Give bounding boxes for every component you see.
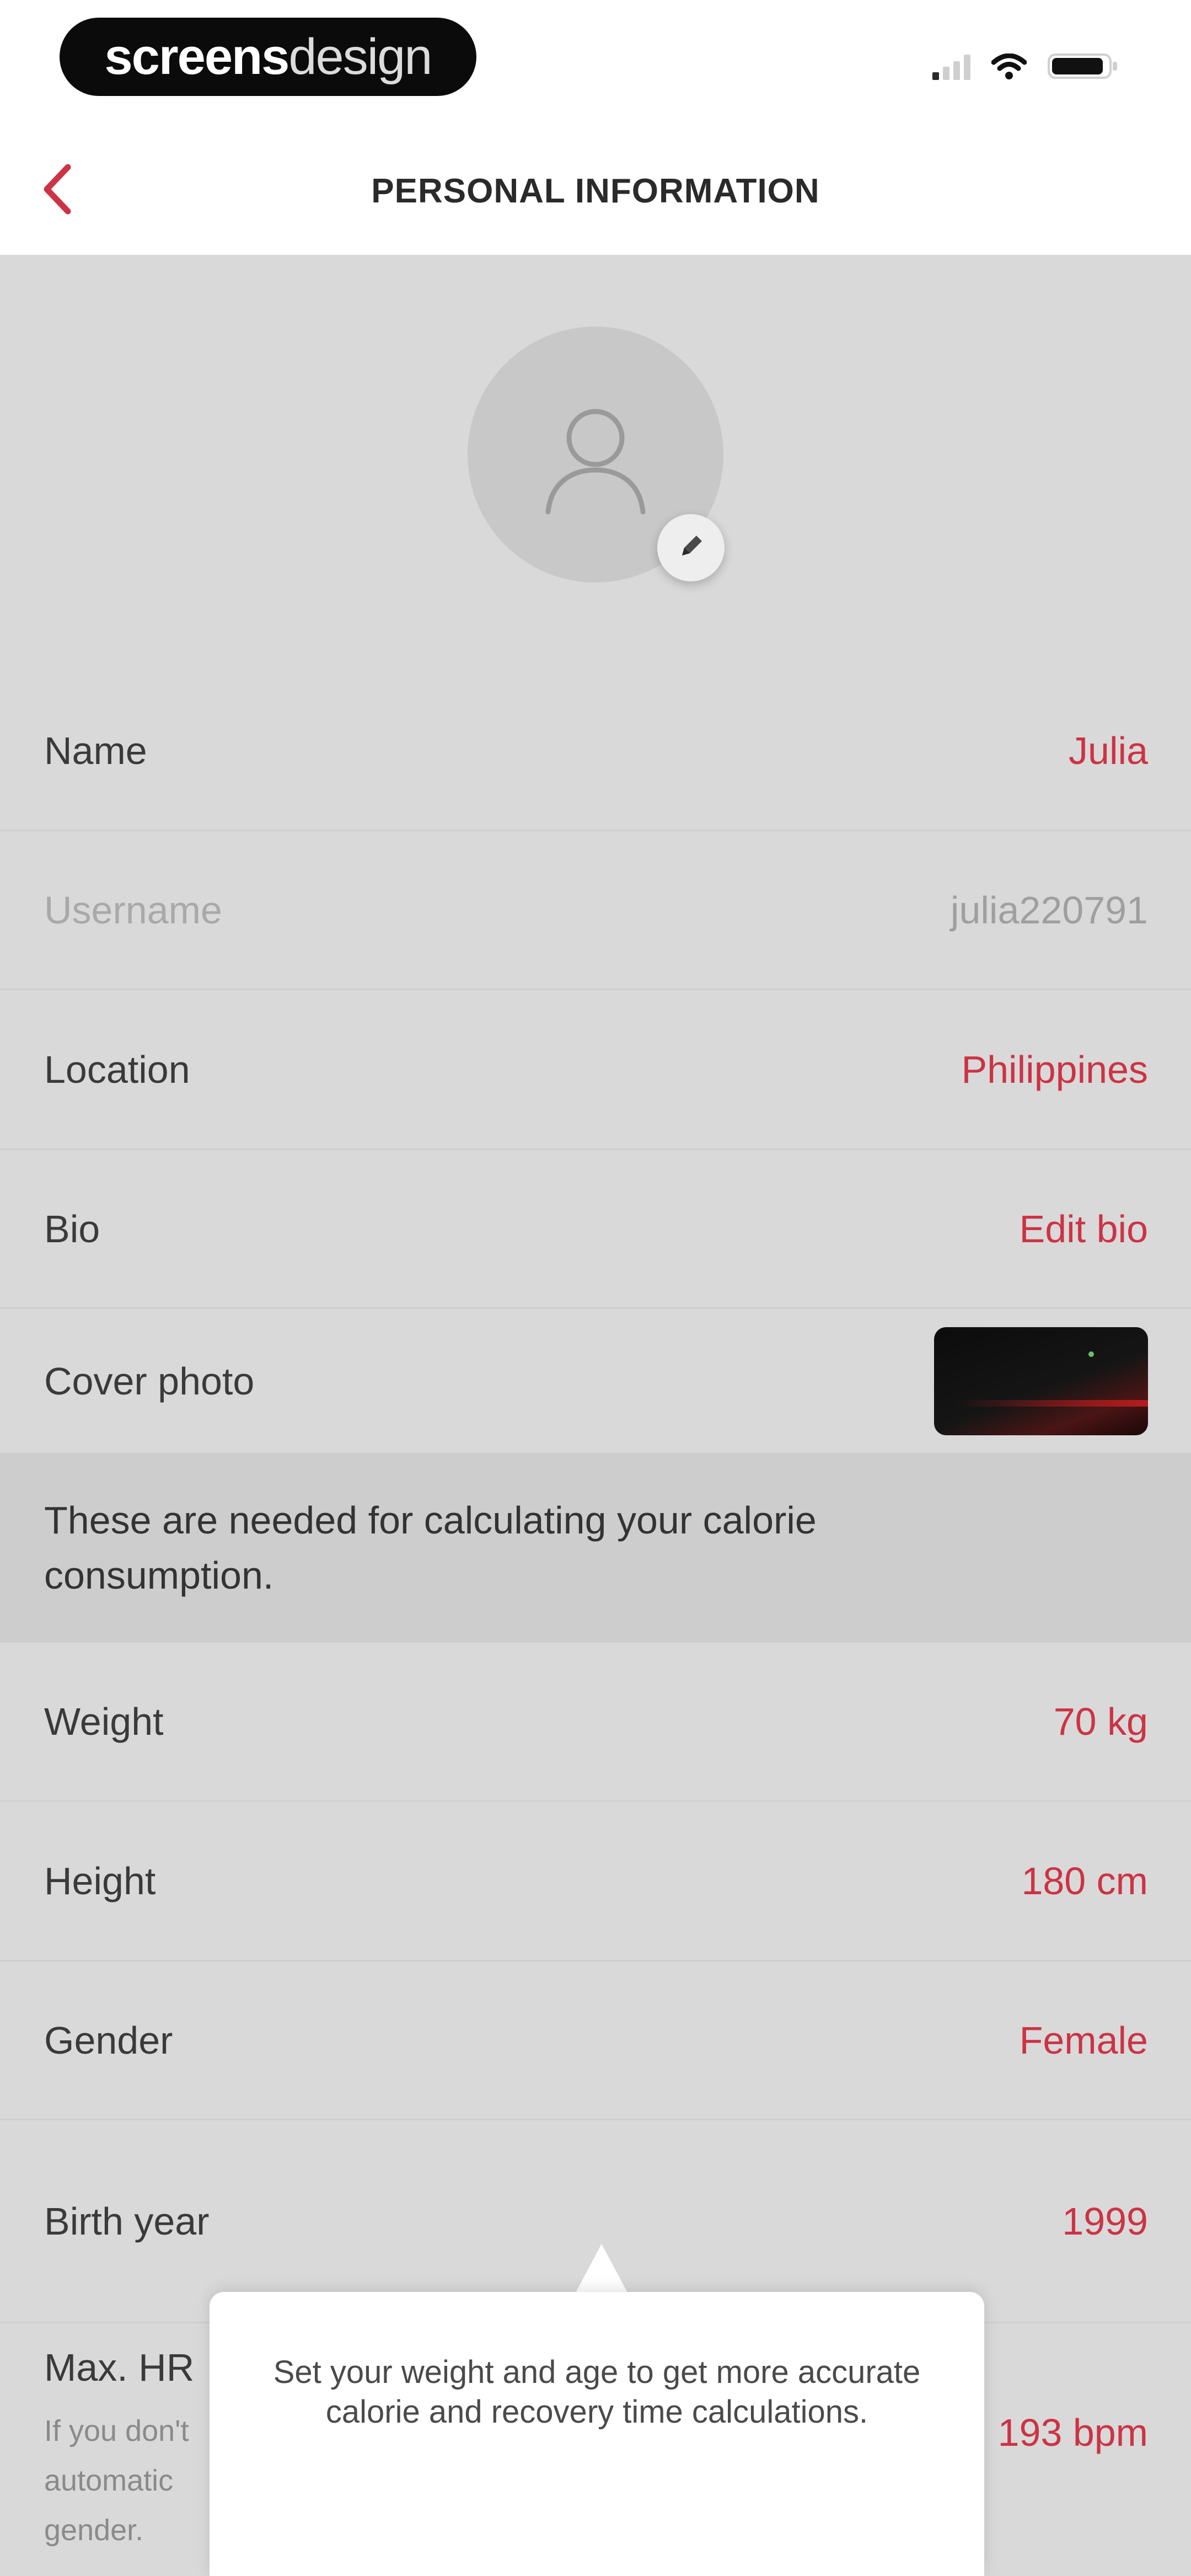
logo-text-light: design [288,28,432,85]
username-value: julia220791 [950,888,1148,932]
weight-row[interactable]: Weight 70 kg [0,1643,1191,1802]
max-hr-label: Max. HR [44,2346,195,2389]
gender-value: Female [1019,2018,1148,2062]
bio-label: Bio [44,1207,100,1250]
weight-label: Weight [44,1699,164,1743]
cover-photo-row[interactable]: Cover photo [0,1309,1191,1453]
cover-photo-label: Cover photo [44,1359,255,1403]
username-label: Username [44,888,222,932]
birth-year-value: 1999 [1062,2199,1148,2243]
screensdesign-logo: screens design [60,18,476,96]
height-label: Height [44,1859,156,1902]
name-label: Name [44,729,147,772]
name-value: Julia [1069,729,1148,772]
location-label: Location [44,1047,190,1091]
pencil-icon [674,530,707,566]
navigation-bar: PERSONAL INFORMATION [0,127,1191,255]
profile-photo[interactable] [468,327,725,582]
battery-icon [1048,52,1119,80]
wifi-icon [991,54,1027,80]
tooltip-arrow [575,2244,628,2294]
back-button[interactable] [28,160,88,221]
calorie-tooltip[interactable]: Set your weight and age to get more accu… [210,2292,984,2576]
tooltip-text: Set your weight and age to get more accu… [273,2354,921,2430]
max-hr-value: 193 bpm [997,2411,1148,2454]
gender-label: Gender [44,2018,173,2062]
cellular-signal-icon [932,52,970,80]
username-row: Username julia220791 [0,831,1191,990]
cover-photo-thumbnail[interactable] [934,1327,1148,1435]
weight-value: 70 kg [1053,1699,1148,1743]
person-icon [529,387,662,522]
calorie-info-text: These are needed for calculating your ca… [44,1499,817,1597]
calorie-info-note: These are needed for calculating your ca… [0,1453,1191,1643]
edit-bio-link[interactable]: Edit bio [1020,1207,1148,1251]
status-icons [932,52,1119,80]
name-row[interactable]: Name Julia [0,671,1191,831]
status-bar: screens design [0,0,1191,127]
location-row[interactable]: Location Philippines [0,990,1191,1150]
chevron-left-icon [41,163,74,218]
height-row[interactable]: Height 180 cm [0,1802,1191,1962]
edit-photo-button[interactable] [657,514,725,581]
bio-row[interactable]: Bio Edit bio [0,1150,1191,1309]
gender-row[interactable]: Gender Female [0,1962,1191,2120]
height-value: 180 cm [1021,1859,1148,1902]
personal-info-panel: Name Julia Username julia220791 Location… [0,255,1191,2576]
logo-text-bold: screens [104,28,290,85]
location-value: Philippines [961,1047,1148,1091]
birth-year-label: Birth year [44,2199,210,2243]
page-title: PERSONAL INFORMATION [371,172,820,210]
